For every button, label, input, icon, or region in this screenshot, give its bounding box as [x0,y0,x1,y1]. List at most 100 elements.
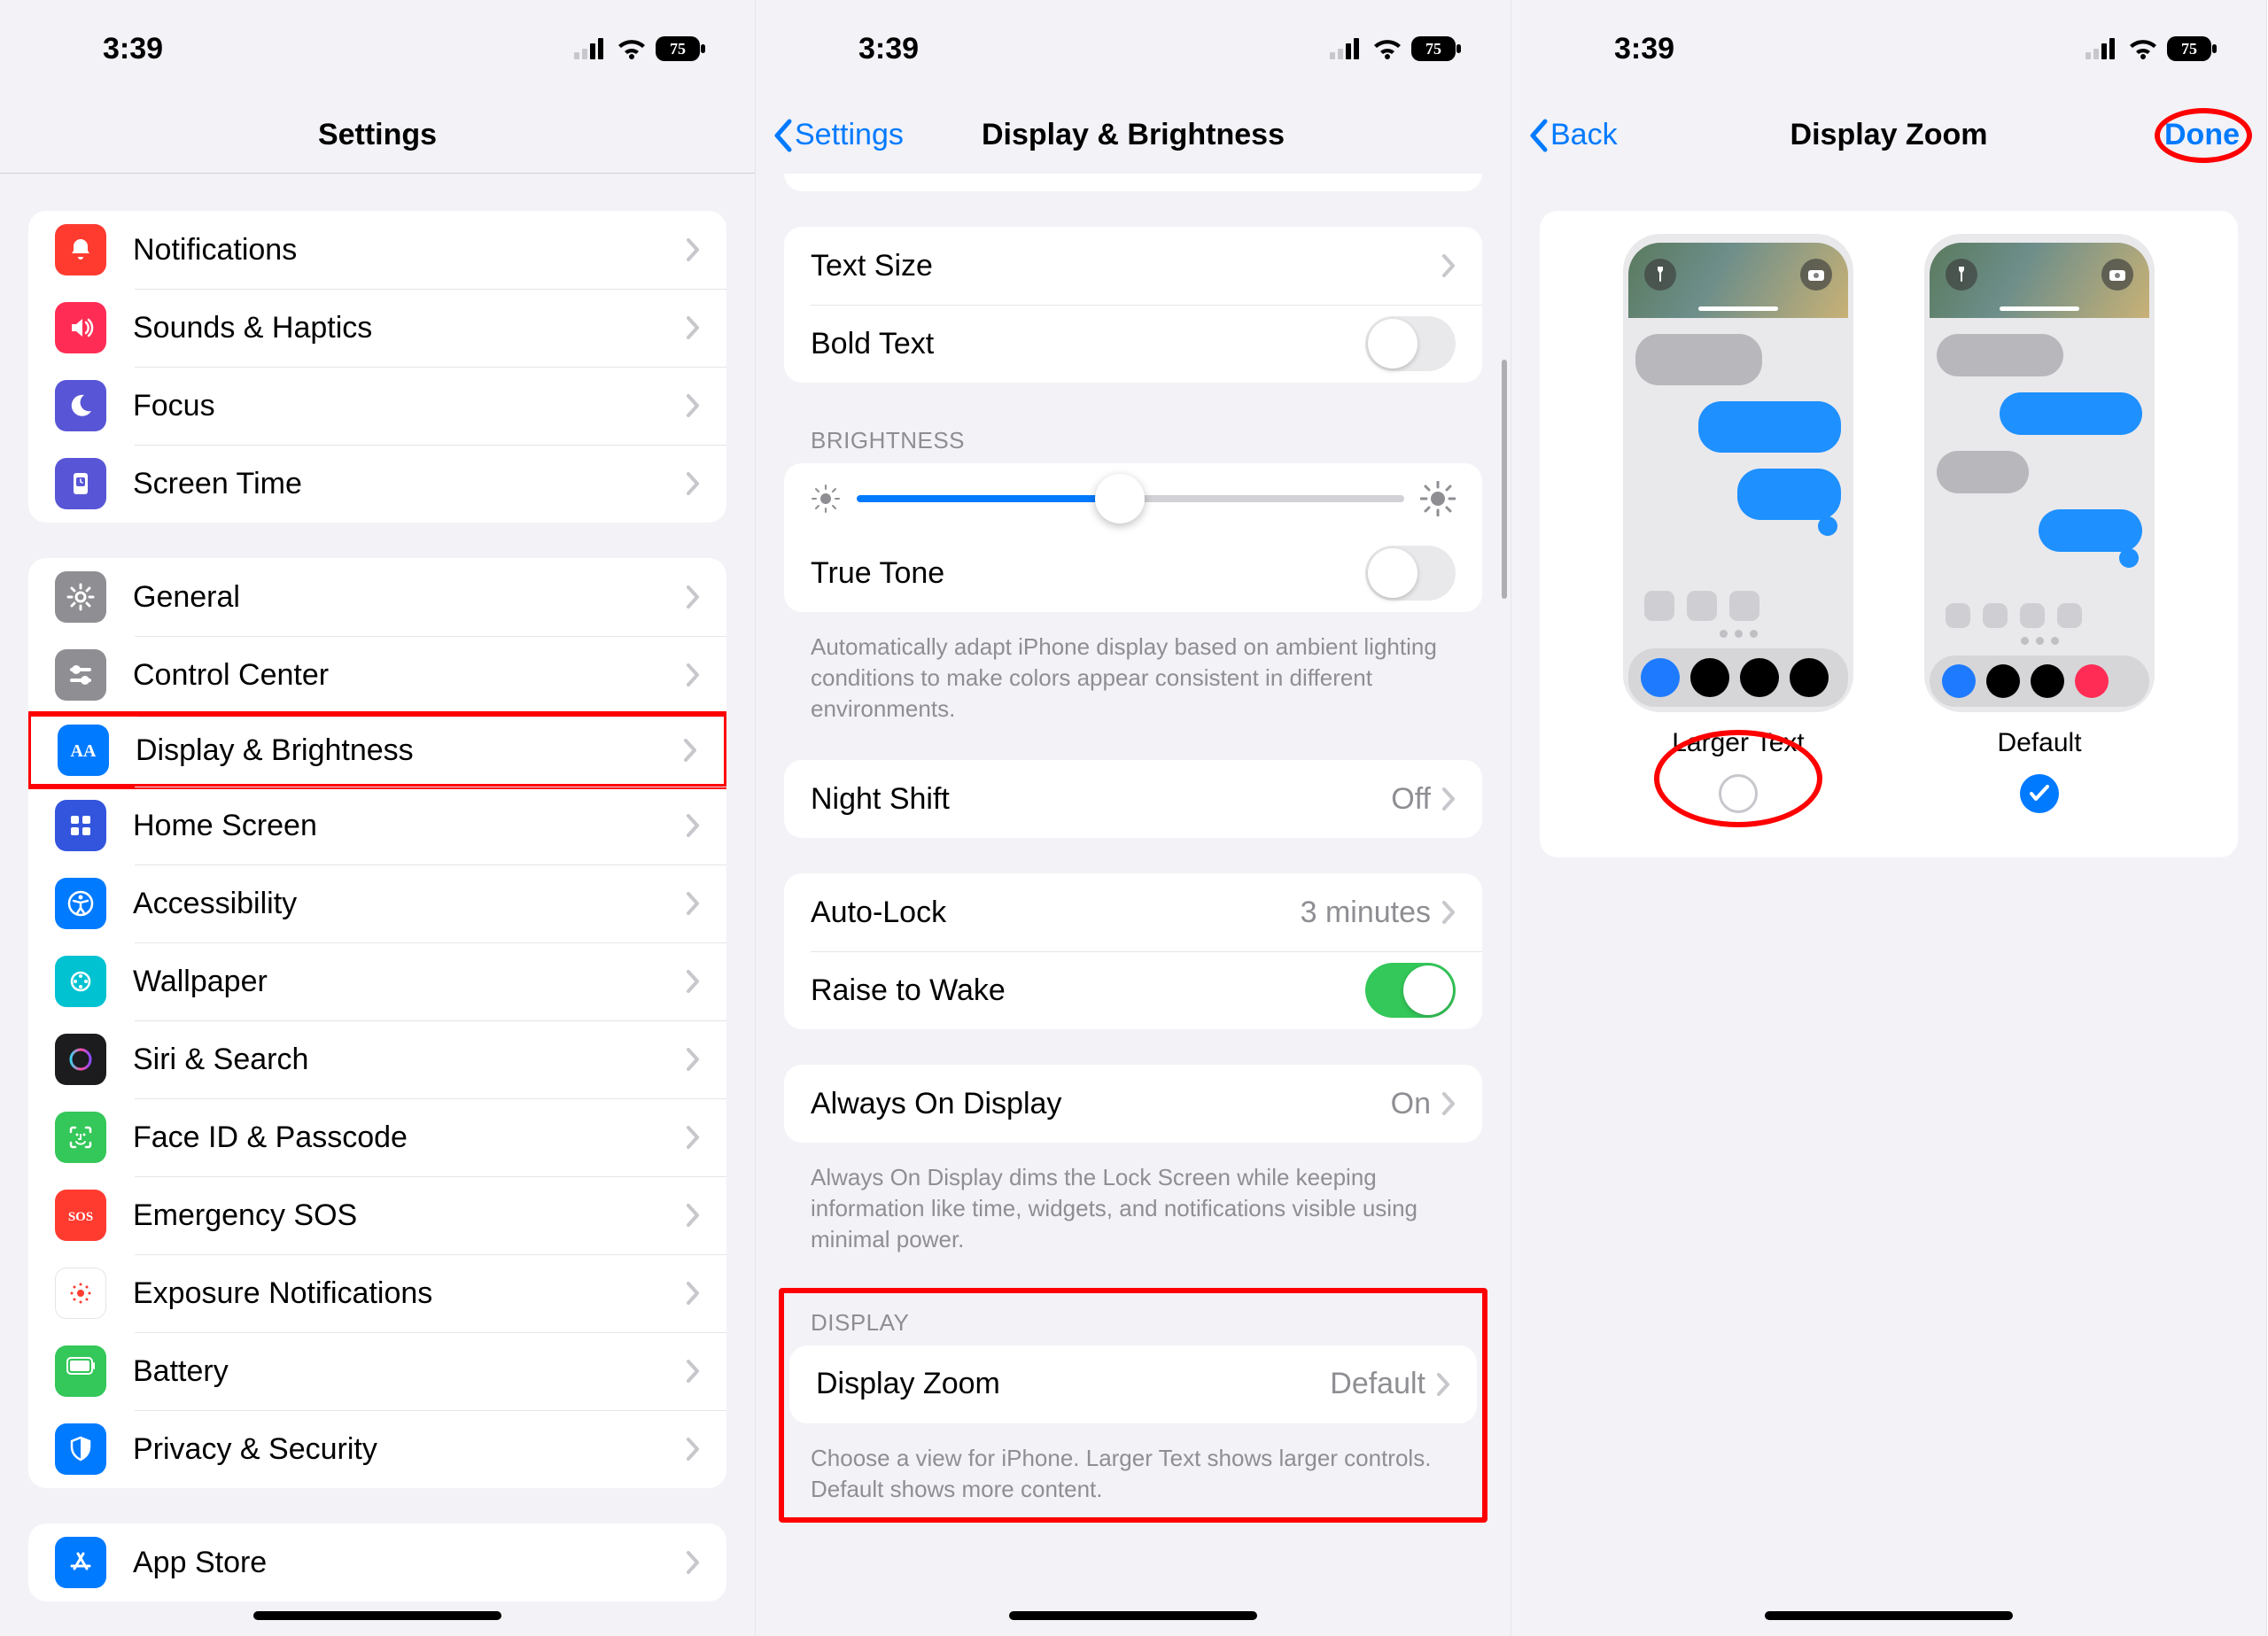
row-homescreen[interactable]: Home Screen [28,787,726,865]
cellular-icon [1330,38,1363,59]
chevron-right-icon [686,1437,700,1462]
bold-text-label: Bold Text [811,327,1365,361]
raise-to-wake-toggle[interactable] [1365,963,1456,1018]
row-accessibility[interactable]: Accessibility [28,865,726,942]
row-wallpaper[interactable]: Wallpaper [28,942,726,1020]
nav-bar: Back Display Zoom Done [1511,97,2266,174]
screen-display-brightness: 3:39 75 Settings Display & Brightness Te… [756,0,1511,1636]
night-shift-label: Night Shift [811,782,1391,817]
exposure-icon [55,1268,106,1319]
done-button[interactable]: Done [2164,118,2240,152]
back-button[interactable]: Back [1527,118,1618,153]
wifi-icon [617,38,647,59]
zoom-options-panel: Larger Text [1540,211,2238,857]
row-bold-text[interactable]: Bold Text [784,305,1482,383]
highlight-display-section: DISPLAY Display Zoom Default Choose a vi… [779,1288,1487,1523]
row-notifications[interactable]: Notifications [28,211,726,289]
chevron-right-icon [1441,253,1456,278]
row-sos[interactable]: SOSEmergency SOS [28,1176,726,1254]
chevron-right-icon [686,813,700,838]
faceid-icon [55,1112,106,1163]
status-time: 3:39 [858,32,919,66]
row-controlcenter[interactable]: Control Center [28,636,726,714]
larger-text-radio[interactable] [1719,774,1758,813]
accessibility-label: Accessibility [133,887,686,921]
row-night-shift[interactable]: Night Shift Off [784,760,1482,838]
battery-icon: 75 [2167,36,2217,61]
chevron-right-icon [686,237,700,262]
accessibility-icon [55,878,106,929]
brightness-slider[interactable] [857,495,1404,502]
status-indicators: 75 [2085,36,2217,61]
row-focus[interactable]: Focus [28,367,726,445]
night-shift-value: Off [1391,782,1431,817]
exposure-label: Exposure Notifications [133,1276,686,1311]
home-indicator[interactable] [1765,1611,2013,1620]
chevron-right-icon [686,663,700,687]
general-icon [55,571,106,623]
row-screentime[interactable]: Screen Time [28,445,726,523]
controlcenter-icon [55,649,106,701]
home-indicator[interactable] [1009,1611,1257,1620]
faceid-label: Face ID & Passcode [133,1120,686,1155]
chevron-right-icon [686,1550,700,1575]
home-indicator[interactable] [253,1611,501,1620]
chevron-right-icon [686,471,700,496]
row-faceid[interactable]: Face ID & Passcode [28,1098,726,1176]
cellular-icon [2085,38,2119,59]
bold-text-toggle[interactable] [1365,316,1456,371]
chevron-right-icon [686,1125,700,1150]
display-zoom-footer: Choose a view for iPhone. Larger Text sh… [784,1432,1482,1505]
chevron-right-icon [1441,900,1456,925]
privacy-icon [55,1423,106,1475]
row-privacy[interactable]: Privacy & Security [28,1410,726,1488]
preview-larger [1623,234,1853,712]
row-display-zoom[interactable]: Display Zoom Default [789,1345,1477,1423]
chevron-right-icon [1436,1372,1450,1397]
sos-icon: SOS [55,1190,106,1241]
row-battery[interactable]: Battery [28,1332,726,1410]
notifications-icon [55,224,106,275]
sounds-icon [55,302,106,353]
focus-label: Focus [133,389,686,423]
true-tone-footer: Automatically adapt iPhone display based… [784,621,1482,725]
row-true-tone[interactable]: True Tone [784,534,1482,612]
display-header: DISPLAY [784,1300,1482,1345]
scrollbar[interactable] [1502,360,1507,599]
row-exposure[interactable]: Exposure Notifications [28,1254,726,1332]
row-siri[interactable]: Siri & Search [28,1020,726,1098]
battery-label: Battery [133,1354,686,1389]
back-button[interactable]: Settings [772,118,904,153]
display-label: Display & Brightness [136,733,683,768]
row-appstore[interactable]: App Store [28,1524,726,1601]
row-sounds[interactable]: Sounds & Haptics [28,289,726,367]
camera-icon [1800,259,1832,291]
status-indicators: 75 [574,36,705,61]
brightness-slider-row [784,463,1482,534]
nav-bar: Settings Display & Brightness [756,97,1511,174]
camera-icon [2101,259,2133,291]
zoom-option-default[interactable]: Default [1924,234,2155,813]
controlcenter-label: Control Center [133,658,686,693]
row-always-on[interactable]: Always On Display On [784,1065,1482,1143]
default-radio[interactable] [2020,774,2059,813]
status-time: 3:39 [103,32,163,66]
row-general[interactable]: General [28,558,726,636]
settings-list[interactable]: NotificationsSounds & Haptics Focus Screen… [0,174,755,1636]
row-display[interactable]: AADisplay & Brightness [28,711,726,789]
svg-text:75: 75 [2181,40,2197,58]
chevron-right-icon [1441,1091,1456,1116]
cellular-icon [574,38,608,59]
chevron-right-icon [686,585,700,609]
row-text-size[interactable]: Text Size [784,227,1482,305]
row-auto-lock[interactable]: Auto-Lock 3 minutes [784,873,1482,951]
always-on-label: Always On Display [811,1087,1391,1121]
chevron-right-icon [686,891,700,916]
display-zoom-value: Default [1330,1367,1425,1401]
true-tone-toggle[interactable] [1365,546,1456,601]
svg-text:75: 75 [670,40,686,58]
privacy-label: Privacy & Security [133,1432,686,1467]
zoom-option-larger[interactable]: Larger Text [1623,234,1853,813]
chevron-right-icon [1441,787,1456,811]
row-raise-to-wake[interactable]: Raise to Wake [784,951,1482,1029]
